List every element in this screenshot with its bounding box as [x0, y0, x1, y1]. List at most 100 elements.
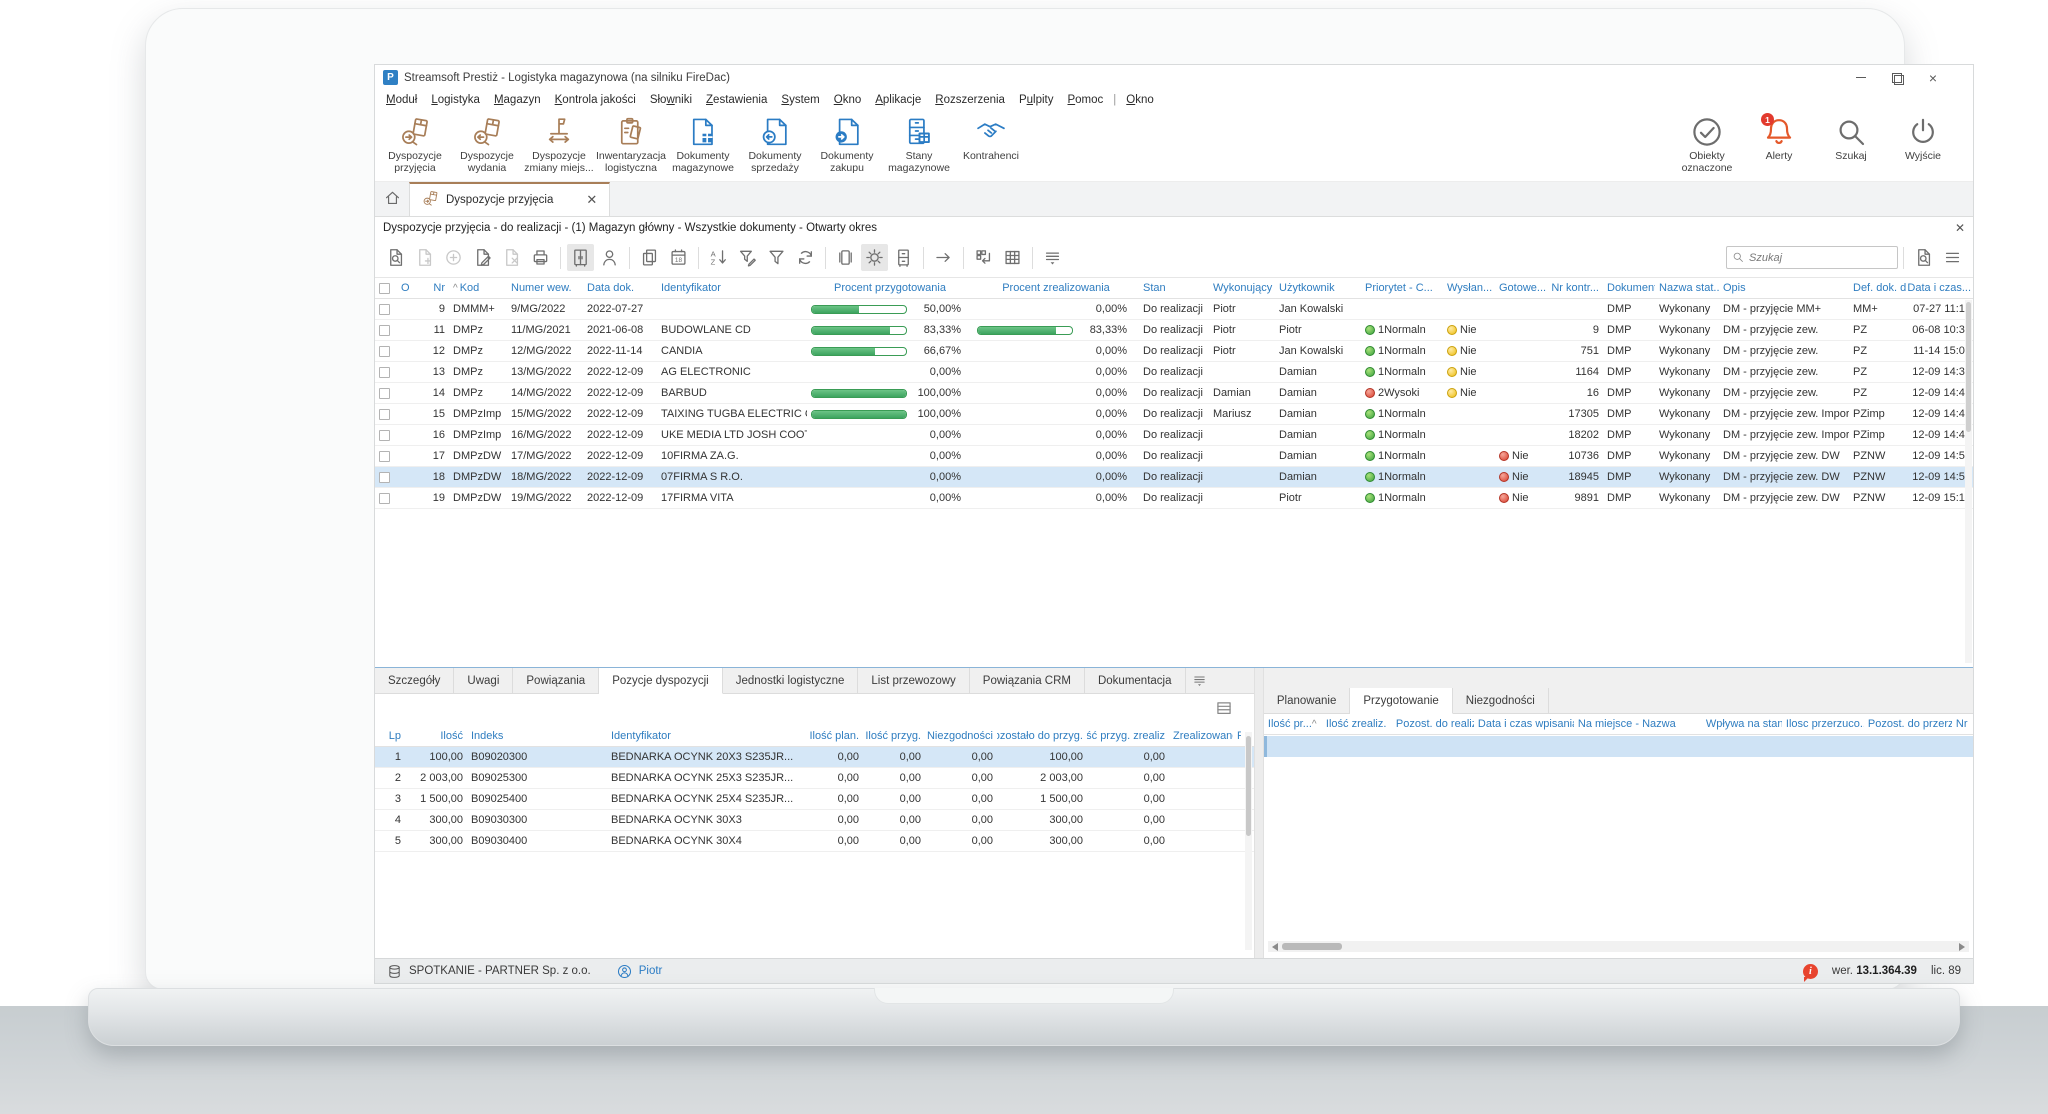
row-checkbox[interactable]: [379, 387, 390, 399]
preparation-selected-row[interactable]: [1263, 736, 1973, 757]
column-header[interactable]: Użytkownik: [1275, 278, 1361, 298]
tab-przygotowanie[interactable]: Przygotowanie: [1350, 688, 1453, 714]
close-icon[interactable]: ×: [1915, 67, 1951, 89]
row-checkbox[interactable]: [379, 324, 390, 336]
toolbar-button-warehouse-document[interactable]: Dokumenty magazynowe: [667, 110, 739, 181]
menu-item-zestawienia[interactable]: Zestawienia: [699, 94, 774, 106]
calendar-icon[interactable]: 18: [665, 244, 692, 271]
column-header[interactable]: Gotowe...: [1495, 278, 1547, 298]
menu-item-pulpity[interactable]: Pulpity: [1012, 94, 1061, 106]
tab-uwagi[interactable]: Uwagi: [454, 668, 514, 693]
column-header[interactable]: Data i czas wpisania: [1474, 714, 1574, 734]
column-header[interactable]: Pozost. do realiz.: [1392, 714, 1474, 734]
column-header[interactable]: Ilość przyg.: [863, 726, 925, 746]
column-header[interactable]: Ilość przyg. zrealiz: [1087, 726, 1169, 746]
column-header[interactable]: Opis: [1719, 278, 1849, 298]
tab-pozycje-dyspozycji[interactable]: Pozycje dyspozycji: [599, 668, 723, 694]
tab-szczegóły[interactable]: Szczegóły: [375, 668, 455, 693]
tab-dyspozycje-przyjecia[interactable]: Dyspozycje przyjęcia ✕: [409, 182, 611, 216]
table-return-icon[interactable]: [970, 244, 997, 271]
column-header[interactable]: Ilość zrealiz.: [1322, 714, 1392, 734]
table-row[interactable]: 5 300,00 B09030400 BEDNARKA OCYNK 30X4 0,00 0…: [375, 831, 1254, 852]
preview-document-icon[interactable]: [382, 244, 409, 271]
menu-item-okno[interactable]: Okno: [1119, 94, 1161, 106]
menu-item-aplikacje[interactable]: Aplikacje: [868, 94, 928, 106]
column-header[interactable]: Procent zrealizowania: [973, 278, 1139, 298]
wardrobe-icon[interactable]: [567, 244, 594, 271]
column-header[interactable]: Nr: [1952, 714, 1972, 734]
menu-item-okno[interactable]: Okno: [827, 94, 869, 106]
grid-vertical-scrollbar[interactable]: [1965, 300, 1972, 663]
toolbar-button-stock-levels[interactable]: Stany magazynowe: [883, 110, 955, 181]
person-icon[interactable]: [596, 244, 623, 271]
arrow-right-icon[interactable]: [930, 244, 957, 271]
filter-edit-icon[interactable]: [734, 244, 761, 271]
column-header[interactable]: Def. dok. d...: [1849, 278, 1907, 298]
column-header[interactable]: Stan: [1139, 278, 1209, 298]
tab-list-przewozowy[interactable]: List przewozowy: [858, 668, 970, 693]
column-header[interactable]: Numer wew.: [507, 278, 583, 298]
tab-close-icon[interactable]: ✕: [586, 192, 597, 208]
column-header[interactable]: Ilość pr... ^: [1264, 714, 1322, 734]
documents-icon[interactable]: [832, 244, 859, 271]
table-row[interactable]: 14 DMPz 14/MG/2022 2022-12-09 BARBUD 100,00% 0…: [375, 383, 1973, 404]
column-header[interactable]: Nazwa stat...: [1655, 278, 1719, 298]
table-row[interactable]: 3 1 500,00 B09025400 BEDNARKA OCYNK 25X4 S2…: [375, 789, 1254, 810]
table-row[interactable]: 9 DMMM+ 9/MG/2022 2022-07-27 50,00% 0,00% Do r…: [375, 299, 1973, 320]
column-header[interactable]: Procent przygotowania: [807, 278, 973, 298]
grid-icon[interactable]: [999, 244, 1026, 271]
toolbar-button-partners[interactable]: Kontrahenci: [955, 110, 1027, 181]
positions-vertical-scrollbar[interactable]: [1244, 732, 1252, 950]
column-header[interactable]: Priorytet - C...: [1361, 278, 1443, 298]
tabs-overflow-icon[interactable]: [1192, 668, 1207, 693]
home-tab-button[interactable]: [375, 182, 409, 216]
minimize-icon[interactable]: [1843, 67, 1879, 89]
select-all-checkbox[interactable]: [379, 282, 390, 294]
toolbar-button-bell[interactable]: 1 Alerty: [1743, 110, 1815, 181]
column-header[interactable]: Nr: [415, 278, 449, 298]
column-header[interactable]: Pozostało do przyg.: [997, 726, 1087, 746]
hamburger-icon[interactable]: [1939, 244, 1966, 271]
table-row[interactable]: 17 DMPzDW 17/MG/2022 2022-12-09 10FIRMA ZA.G…: [375, 446, 1973, 467]
toolbar-button-purchase-document[interactable]: Dokumenty zakupu: [811, 110, 883, 181]
column-header[interactable]: Ilosc przerzuco...: [1782, 714, 1864, 734]
scroll-right-icon[interactable]: [1959, 942, 1965, 951]
toolbar-button-search[interactable]: Szukaj: [1815, 110, 1887, 181]
info-bubble-icon[interactable]: i: [1802, 963, 1818, 982]
column-header[interactable]: Indeks: [467, 726, 607, 746]
scroll-left-icon[interactable]: [1271, 942, 1278, 951]
column-header[interactable]: [375, 278, 397, 298]
column-header[interactable]: Ilość plan.: [803, 726, 863, 746]
column-header[interactable]: Wpływa na stan: [1702, 714, 1782, 734]
table-row[interactable]: 16 DMPzImp 16/MG/2022 2022-12-09 UKE MEDIA L…: [375, 425, 1973, 446]
column-header[interactable]: O: [397, 278, 415, 298]
table-row[interactable]: 15 DMPzImp 15/MG/2022 2022-12-09 TAIXING TUG…: [375, 404, 1973, 425]
current-user[interactable]: Piotr: [617, 964, 662, 979]
toolbar-button-check-circle[interactable]: Obiekty oznaczone: [1671, 110, 1743, 181]
column-header[interactable]: Identyfikator: [607, 726, 803, 746]
stacked-rows-icon[interactable]: [1214, 699, 1234, 720]
edit-document-icon[interactable]: [469, 244, 496, 271]
tab-powiązania[interactable]: Powiązania: [513, 668, 600, 693]
preview-document-icon[interactable]: [1910, 244, 1937, 271]
toolbar-button-dispatch-in[interactable]: Dyspozycje przyjęcia: [379, 110, 451, 181]
menu-lines-icon[interactable]: [1039, 244, 1066, 271]
table-row[interactable]: 19 DMPzDW 19/MG/2022 2022-12-09 17FIRMA VITA…: [375, 488, 1973, 509]
column-header[interactable]: Pozost. do przerzut.: [1864, 714, 1952, 734]
row-checkbox[interactable]: [379, 408, 390, 420]
row-checkbox[interactable]: [379, 366, 390, 378]
column-header[interactable]: Ilość: [405, 726, 467, 746]
restore-icon[interactable]: [1879, 67, 1915, 89]
tab-dokumentacja[interactable]: Dokumentacja: [1084, 668, 1186, 693]
column-header[interactable]: Pro: [1233, 726, 1241, 746]
menu-item-magazyn[interactable]: Magazyn: [487, 94, 548, 106]
toolbar-button-dispatch-out[interactable]: Dyspozycje wydania: [451, 110, 523, 181]
preparation-horizontal-scrollbar[interactable]: [1267, 941, 1969, 952]
menu-item-kontrola-jako-ci[interactable]: Kontrola jakości: [548, 94, 643, 106]
table-row[interactable]: 13 DMPz 13/MG/2022 2022-12-09 AG ELECTRONIC 0…: [375, 362, 1973, 383]
column-header[interactable]: Na miejsce - Nazwa: [1574, 714, 1702, 734]
table-row[interactable]: 18 DMPzDW 18/MG/2022 2022-12-09 07FIRMA S R.…: [375, 467, 1973, 488]
tab-powiązania-crm[interactable]: Powiązania CRM: [969, 668, 1085, 693]
row-checkbox[interactable]: [379, 303, 390, 315]
column-header[interactable]: Data i czas...: [1907, 278, 1975, 298]
